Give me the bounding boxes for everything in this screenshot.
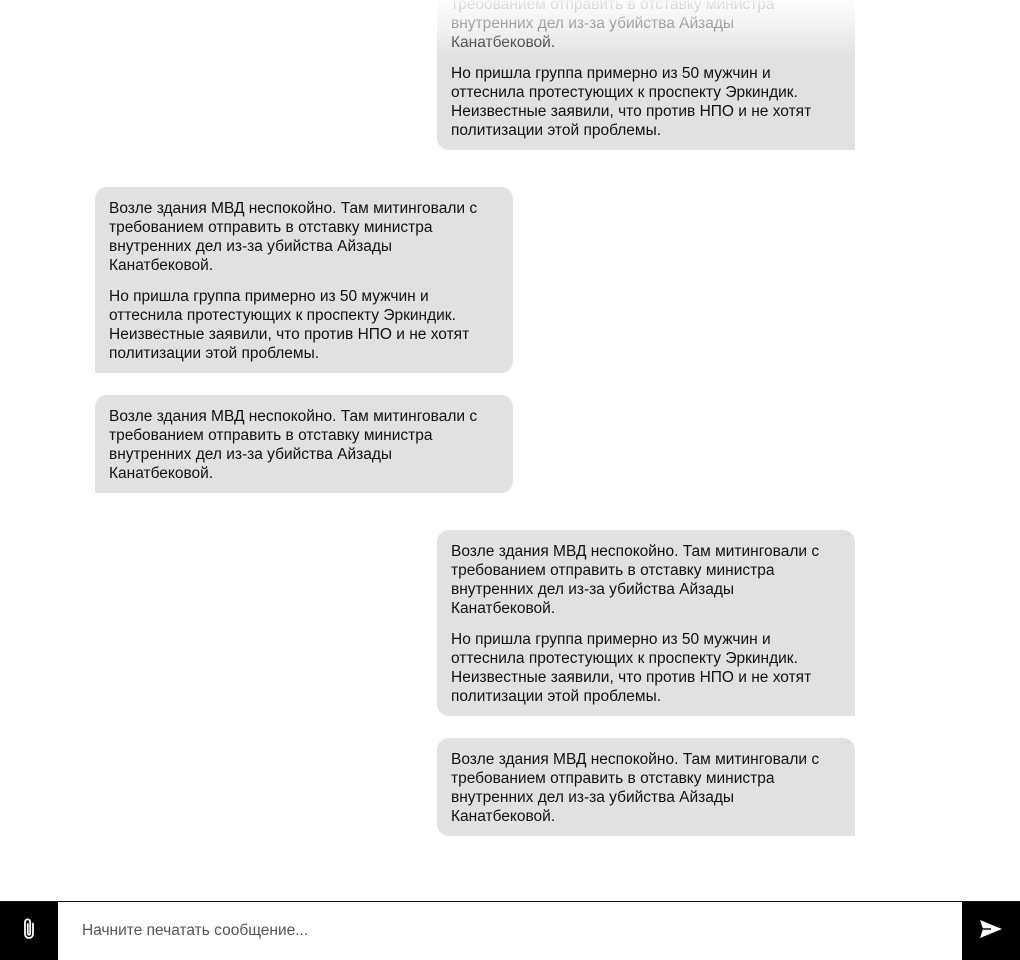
message-input[interactable] (58, 902, 962, 959)
message-bubble-outgoing: Возле здания МВД неспокойно. Там митинго… (437, 738, 855, 836)
message-list[interactable]: Возле здания МВД неспокойно. Там митинго… (0, 0, 1020, 901)
message-paragraph: Но пришла группа примерно из 50 мужчин и… (451, 65, 812, 139)
message-paragraph: Возле здания МВД неспокойно. Там митинго… (451, 0, 775, 51)
message-bubble-incoming: Возле здания МВД неспокойно. Там митинго… (95, 395, 513, 493)
paperclip-icon (22, 917, 36, 946)
send-icon (979, 919, 1003, 944)
message-bubble-outgoing: Возле здания МВД неспокойно. Там митинго… (437, 530, 855, 716)
message-paragraph: Но пришла группа примерно из 50 мужчин и… (109, 288, 470, 362)
message-bubble-outgoing: Возле здания МВД неспокойно. Там митинго… (437, 0, 855, 150)
message-paragraph: Возле здания МВД неспокойно. Там митинго… (109, 200, 478, 274)
message-paragraph: Возле здания МВД неспокойно. Там митинго… (109, 408, 478, 482)
attach-button[interactable] (0, 902, 58, 960)
message-bubble-incoming: Возле здания МВД неспокойно. Там митинго… (95, 187, 513, 373)
message-composer (0, 901, 1020, 960)
message-paragraph: Но пришла группа примерно из 50 мужчин и… (451, 631, 812, 705)
message-paragraph: Возле здания МВД неспокойно. Там митинго… (451, 751, 820, 825)
message-paragraph: Возле здания МВД неспокойно. Там митинго… (451, 543, 820, 617)
send-button[interactable] (962, 902, 1020, 960)
